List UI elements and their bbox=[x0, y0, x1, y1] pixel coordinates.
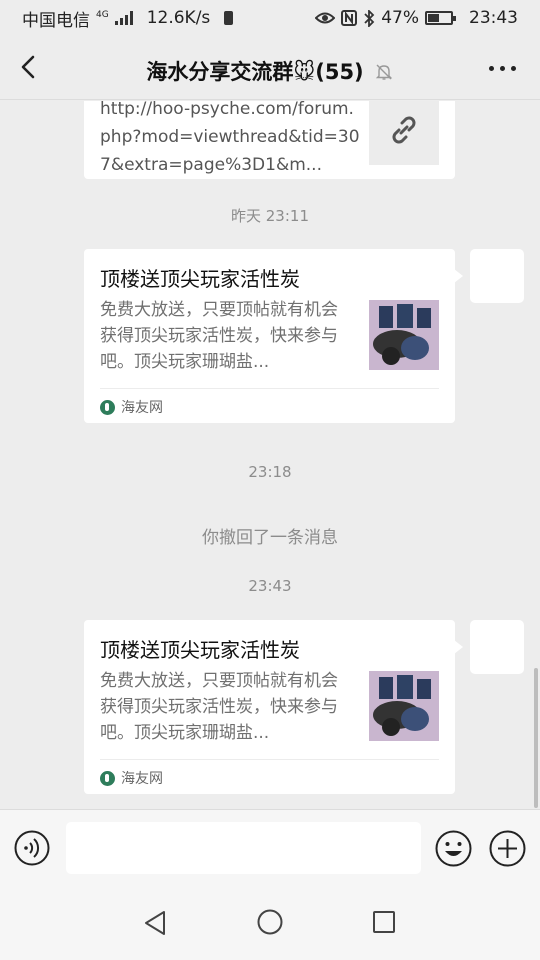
link-url-text: http://hoo-psyche.com/forum.php?mod=view… bbox=[100, 101, 360, 175]
battery-icon bbox=[425, 11, 456, 25]
link-message-previous[interactable]: http://hoo-psyche.com/forum.php?mod=view… bbox=[84, 101, 455, 179]
voice-icon[interactable] bbox=[14, 830, 50, 866]
timestamp: 23:18 bbox=[248, 463, 292, 481]
chat-header: 海水分享交流群🐭(55) bbox=[0, 36, 540, 100]
avatar[interactable] bbox=[470, 249, 524, 303]
divider bbox=[100, 388, 439, 389]
card-description: 免费大放送，只要顶帖就有机会获得顶尖玩家活性炭，快来参与吧。顶尖玩家珊瑚盐... bbox=[100, 671, 338, 743]
status-left: 中国电信 4G 12.6K/s bbox=[22, 6, 234, 31]
source-logo-icon bbox=[100, 399, 115, 415]
bell-off-icon bbox=[375, 64, 392, 80]
link-message-card[interactable]: 顶楼送顶尖玩家活性炭 免费大放送，只要顶帖就有机会获得顶尖玩家活性炭，快来参与吧… bbox=[84, 249, 463, 423]
nav-recent-apps-icon[interactable] bbox=[372, 910, 396, 934]
nav-home-icon[interactable] bbox=[257, 909, 283, 935]
emoji-icon[interactable] bbox=[435, 830, 472, 867]
system-nav-bar bbox=[0, 887, 540, 960]
carrier-label: 中国电信 bbox=[22, 10, 90, 31]
network-type-label: 4G bbox=[96, 9, 109, 20]
group-name: 海水分享交流群🐭(55) bbox=[146, 60, 364, 84]
recall-notice: 你撤回了一条消息 bbox=[202, 528, 338, 548]
battery-percent: 47% bbox=[381, 8, 419, 28]
status-right: 47% 23:43 bbox=[315, 8, 518, 28]
card-thumbnail bbox=[369, 671, 439, 741]
network-speed: 12.6K/s bbox=[146, 8, 211, 28]
message-input[interactable] bbox=[66, 822, 421, 874]
nav-back-icon[interactable] bbox=[142, 909, 168, 937]
timestamp: 23:43 bbox=[248, 577, 292, 595]
card-title: 顶楼送顶尖玩家活性炭 bbox=[100, 267, 300, 291]
clock: 23:43 bbox=[469, 8, 518, 28]
eye-icon bbox=[315, 12, 336, 24]
plus-circle-icon[interactable] bbox=[489, 830, 526, 867]
card-title: 顶楼送顶尖玩家活性炭 bbox=[100, 638, 300, 662]
card-source: 海友网 bbox=[100, 397, 163, 417]
source-name: 海友网 bbox=[121, 771, 163, 787]
notification-icon bbox=[224, 11, 234, 25]
source-name: 海友网 bbox=[121, 400, 163, 416]
input-bar bbox=[0, 809, 540, 887]
avatar[interactable] bbox=[470, 620, 524, 674]
page-title: 海水分享交流群🐭(55) bbox=[0, 56, 540, 86]
bluetooth-icon bbox=[364, 9, 375, 27]
message-list[interactable]: http://hoo-psyche.com/forum.php?mod=view… bbox=[0, 101, 540, 809]
link-message-card[interactable]: 顶楼送顶尖玩家活性炭 免费大放送，只要顶帖就有机会获得顶尖玩家活性炭，快来参与吧… bbox=[84, 620, 463, 794]
card-thumbnail bbox=[369, 300, 439, 370]
link-icon bbox=[369, 101, 439, 165]
timestamp: 昨天 23:11 bbox=[231, 207, 309, 225]
signal-icon bbox=[114, 11, 133, 25]
battery-level-fill bbox=[428, 14, 440, 22]
status-bar: 中国电信 4G 12.6K/s 47% 23:43 bbox=[0, 0, 540, 36]
divider bbox=[100, 759, 439, 760]
card-description: 免费大放送，只要顶帖就有机会获得顶尖玩家活性炭，快来参与吧。顶尖玩家珊瑚盐... bbox=[100, 300, 338, 372]
more-dots-icon[interactable] bbox=[489, 66, 516, 71]
scrollbar[interactable] bbox=[534, 668, 538, 808]
nfc-icon bbox=[341, 10, 358, 26]
card-source: 海友网 bbox=[100, 768, 163, 788]
source-logo-icon bbox=[100, 770, 115, 786]
